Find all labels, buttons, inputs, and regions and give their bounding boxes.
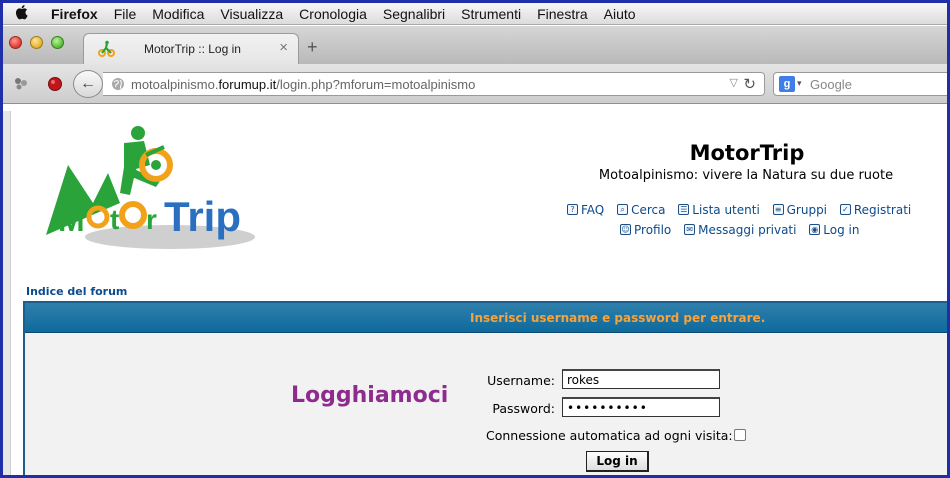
globe-icon (112, 78, 124, 90)
nav-lista-utenti-link[interactable]: ☰ Lista utenti (678, 202, 760, 217)
motorbike-favicon-icon (98, 40, 115, 57)
member-list-icon: ☰ (678, 204, 690, 215)
tab-strip: MotorTrip :: Log in × + (3, 26, 947, 64)
nav-cerca-label: Cerca (631, 202, 666, 217)
back-button[interactable]: ← (73, 70, 103, 98)
login-panel: Inserisci username e password per entrar… (23, 301, 947, 475)
app-window: Firefox File Modifica Visualizza Cronolo… (0, 0, 950, 478)
menu-segnalibri[interactable]: Segnalibri (375, 6, 453, 22)
register-icon: ✓ (839, 204, 851, 215)
minimize-window-button[interactable] (30, 36, 43, 49)
url-path: /login.php?mforum=motoalpinismo (276, 77, 476, 92)
google-icon[interactable]: g (779, 76, 795, 92)
tab-title: MotorTrip :: Log in (144, 42, 241, 56)
breadcrumb-forum-index[interactable]: Indice del forum (26, 285, 127, 298)
menu-visualizza[interactable]: Visualizza (212, 6, 291, 22)
nav-cerca-link[interactable]: ⌕ Cerca (617, 203, 665, 217)
url-prefix: motoalpinismo. (131, 77, 219, 92)
svg-text:M: M (58, 202, 85, 238)
back-arrow-icon: ← (80, 75, 96, 92)
new-tab-button[interactable]: + (307, 38, 318, 56)
nav-registrati-link[interactable]: ✓ Registrati (839, 202, 912, 217)
page-content: M t r Trip MotorTrip Motoalpinismo: vive… (11, 111, 947, 475)
nav-lista-utenti-label: Lista utenti (692, 202, 760, 217)
url-dropdown-icon[interactable]: ▽ (730, 76, 738, 89)
search-icon: ⌕ (617, 204, 629, 215)
motortrip-logo[interactable]: M t r Trip (38, 125, 260, 255)
menu-firefox[interactable]: Firefox (41, 6, 106, 22)
menu-cronologia[interactable]: Cronologia (291, 6, 375, 22)
login-heading: Logghiamoci (291, 383, 449, 408)
nav-gruppi-label: Gruppi (786, 202, 828, 217)
password-label: Password: (492, 401, 555, 416)
nav-faq-label: FAQ (581, 202, 605, 217)
menu-finestra[interactable]: Finestra (529, 6, 596, 22)
nav-faq-link[interactable]: ? FAQ (567, 203, 604, 217)
auto-login-checkbox[interactable] (734, 429, 746, 441)
site-subtitle: Motoalpinismo: vivere la Natura su due r… (598, 168, 894, 183)
reload-icon[interactable]: ↻ (743, 75, 756, 93)
menu-modifica[interactable]: Modifica (144, 6, 212, 22)
username-label: Username: (487, 373, 555, 388)
nav-messaggi-privati-label: Messaggi privati (698, 222, 797, 237)
search-engine-dropdown-icon[interactable]: ▾ (797, 78, 802, 89)
auto-login-label: Connessione automatica ad ogni visita: (486, 428, 733, 443)
svg-text:t: t (110, 204, 119, 235)
nav-messaggi-privati-link[interactable]: ✉ Messaggi privati (684, 223, 796, 237)
password-field[interactable] (562, 397, 720, 417)
nav-profilo-link[interactable]: ☺ Profilo (620, 223, 671, 237)
svg-text:r: r (146, 204, 157, 235)
url-host: forumup.it (218, 77, 277, 92)
search-placeholder: Google (810, 77, 852, 92)
navigation-toolbar: ← motoalpinismo.forumup.it/login.php?mfo… (3, 64, 947, 104)
close-window-button[interactable] (9, 36, 22, 49)
page-left-gutter (3, 111, 11, 475)
nav-login-label: Log in (823, 222, 860, 237)
search-bar[interactable]: g ▾ Google (773, 72, 947, 96)
url-text: motoalpinismo.forumup.it/login.php?mforu… (131, 77, 475, 92)
login-button[interactable]: Log in (586, 451, 649, 472)
zoom-window-button[interactable] (51, 36, 64, 49)
nav-login-link[interactable]: ◉ Log in (809, 223, 859, 237)
stop-record-icon[interactable] (47, 76, 63, 92)
profile-icon: ☺ (620, 224, 631, 235)
tab-motortrip-login[interactable]: MotorTrip :: Log in × (83, 33, 299, 64)
login-header-bar: Inserisci username e password per entrar… (25, 303, 947, 333)
forum-nav-row-1: ? FAQ ⌕ Cerca ☰ Lista utenti ≡ Gruppi ✓ Regis… (567, 201, 920, 217)
apple-logo-icon[interactable] (3, 4, 41, 24)
forum-nav-row-2: ☺ Profilo ✉ Messaggi privati ◉ Log in (620, 221, 868, 237)
menu-aiuto[interactable]: Aiuto (596, 6, 644, 22)
menu-file[interactable]: File (106, 6, 145, 22)
menu-bar: Firefox File Modifica Visualizza Cronolo… (3, 3, 947, 25)
menu-strumenti[interactable]: Strumenti (453, 6, 529, 22)
site-title: MotorTrip (689, 141, 805, 165)
url-bar[interactable]: motoalpinismo.forumup.it/login.php?mforu… (103, 72, 765, 96)
nav-registrati-label: Registrati (853, 202, 912, 217)
login-instructions: Inserisci username e password per entrar… (470, 311, 766, 325)
username-field[interactable] (562, 369, 720, 389)
nav-gruppi-link[interactable]: ≡ Gruppi (772, 202, 828, 217)
nav-profilo-label: Profilo (634, 222, 672, 237)
svg-text:Trip: Trip (164, 193, 241, 240)
login-icon: ◉ (809, 224, 821, 235)
groups-icon: ≡ (772, 204, 784, 215)
tools-gear-icon[interactable] (13, 76, 29, 92)
private-messages-icon: ✉ (684, 224, 696, 235)
tab-close-icon[interactable]: × (279, 39, 288, 56)
faq-icon: ? (567, 204, 578, 215)
